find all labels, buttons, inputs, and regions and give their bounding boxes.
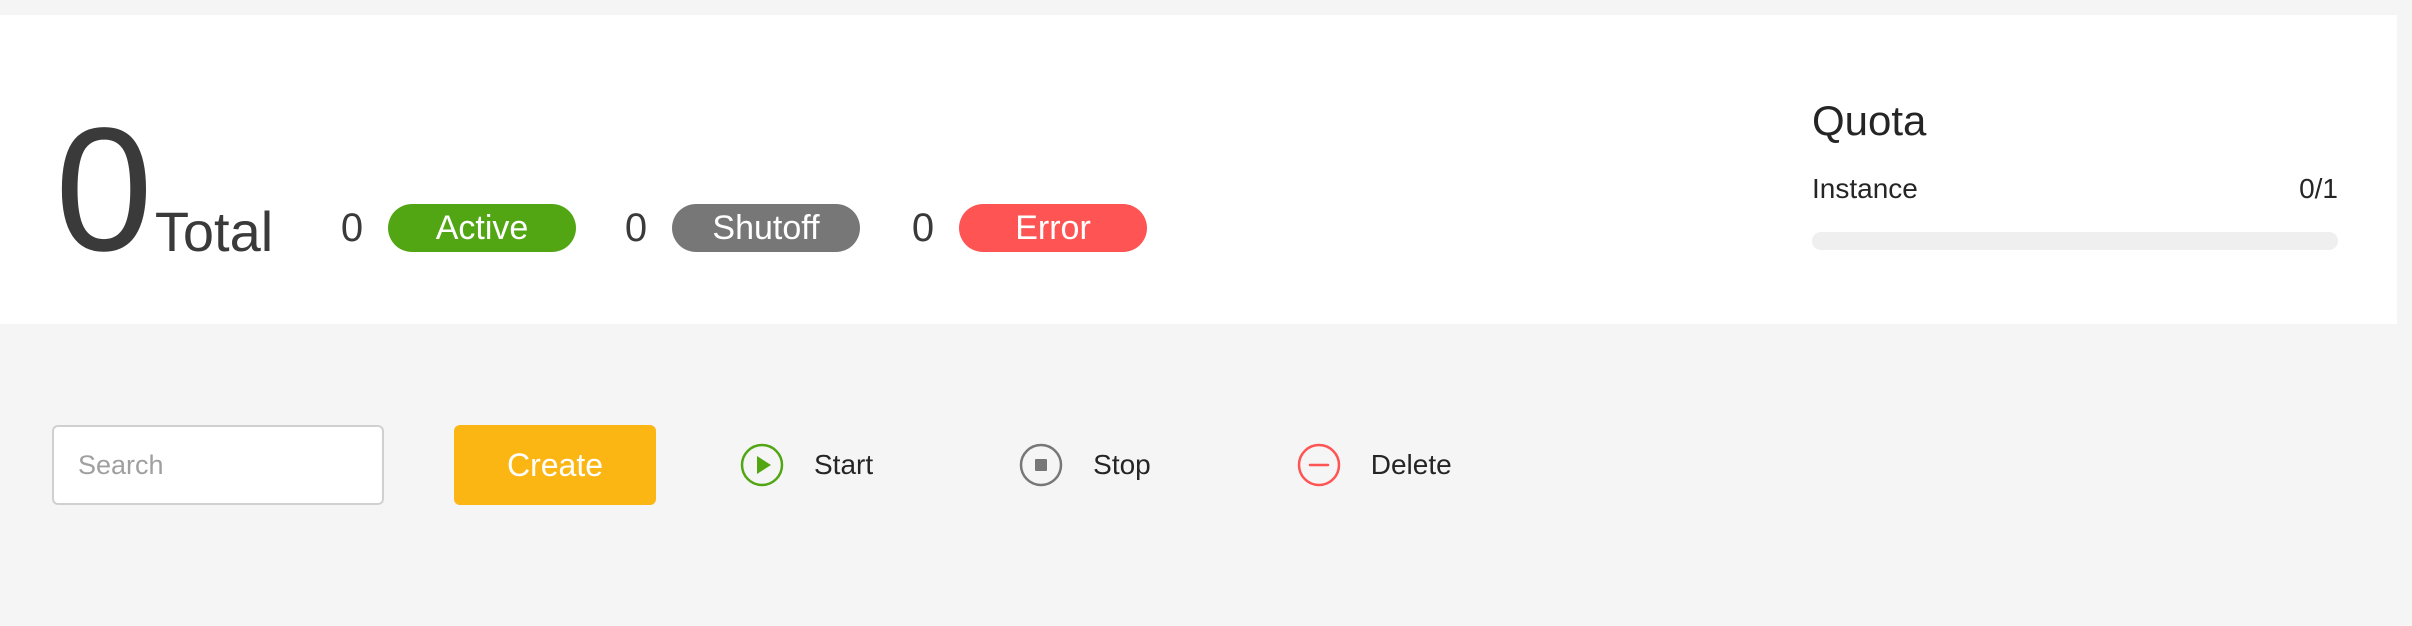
stop-circle-icon [1019, 443, 1063, 487]
total-count-block: 0 Total [55, 92, 274, 288]
instance-toolbar: Create Start Stop Delete [52, 425, 1452, 505]
start-button[interactable]: Start [740, 443, 873, 487]
active-count: 0 [340, 205, 364, 250]
shutoff-badge: Shutoff [672, 204, 860, 252]
total-count: 0 [55, 92, 153, 288]
error-count: 0 [911, 205, 935, 250]
quota-title: Quota [1812, 97, 1927, 144]
total-label: Total [154, 200, 274, 263]
minus-circle-icon [1297, 443, 1341, 487]
quota-panel: Quota Instance 0/1 [1812, 97, 2338, 250]
quota-row-instance: Instance 0/1 [1812, 173, 2338, 205]
play-circle-icon [740, 443, 784, 487]
quota-instance-progress-bar [1812, 232, 2338, 250]
quota-instance-usage: 0/1 [2299, 173, 2338, 204]
stop-button[interactable]: Stop [1019, 443, 1151, 487]
create-button[interactable]: Create [454, 425, 656, 505]
status-shutoff: 0 Shutoff [610, 204, 860, 252]
delete-button[interactable]: Delete [1297, 443, 1452, 487]
delete-label: Delete [1370, 449, 1452, 480]
quota-instance-label: Instance [1812, 173, 1918, 204]
instance-summary-card: 0 Total 0 Active 0 Shutoff 0 Error Quota… [0, 15, 2397, 324]
active-badge: Active [388, 204, 576, 252]
stop-label: Stop [1093, 449, 1151, 480]
error-badge: Error [959, 204, 1147, 252]
start-label: Start [814, 449, 874, 480]
status-active: 0 Active [326, 204, 576, 252]
status-error: 0 Error [897, 204, 1147, 252]
shutoff-count: 0 [624, 205, 648, 250]
search-input[interactable] [52, 425, 384, 505]
